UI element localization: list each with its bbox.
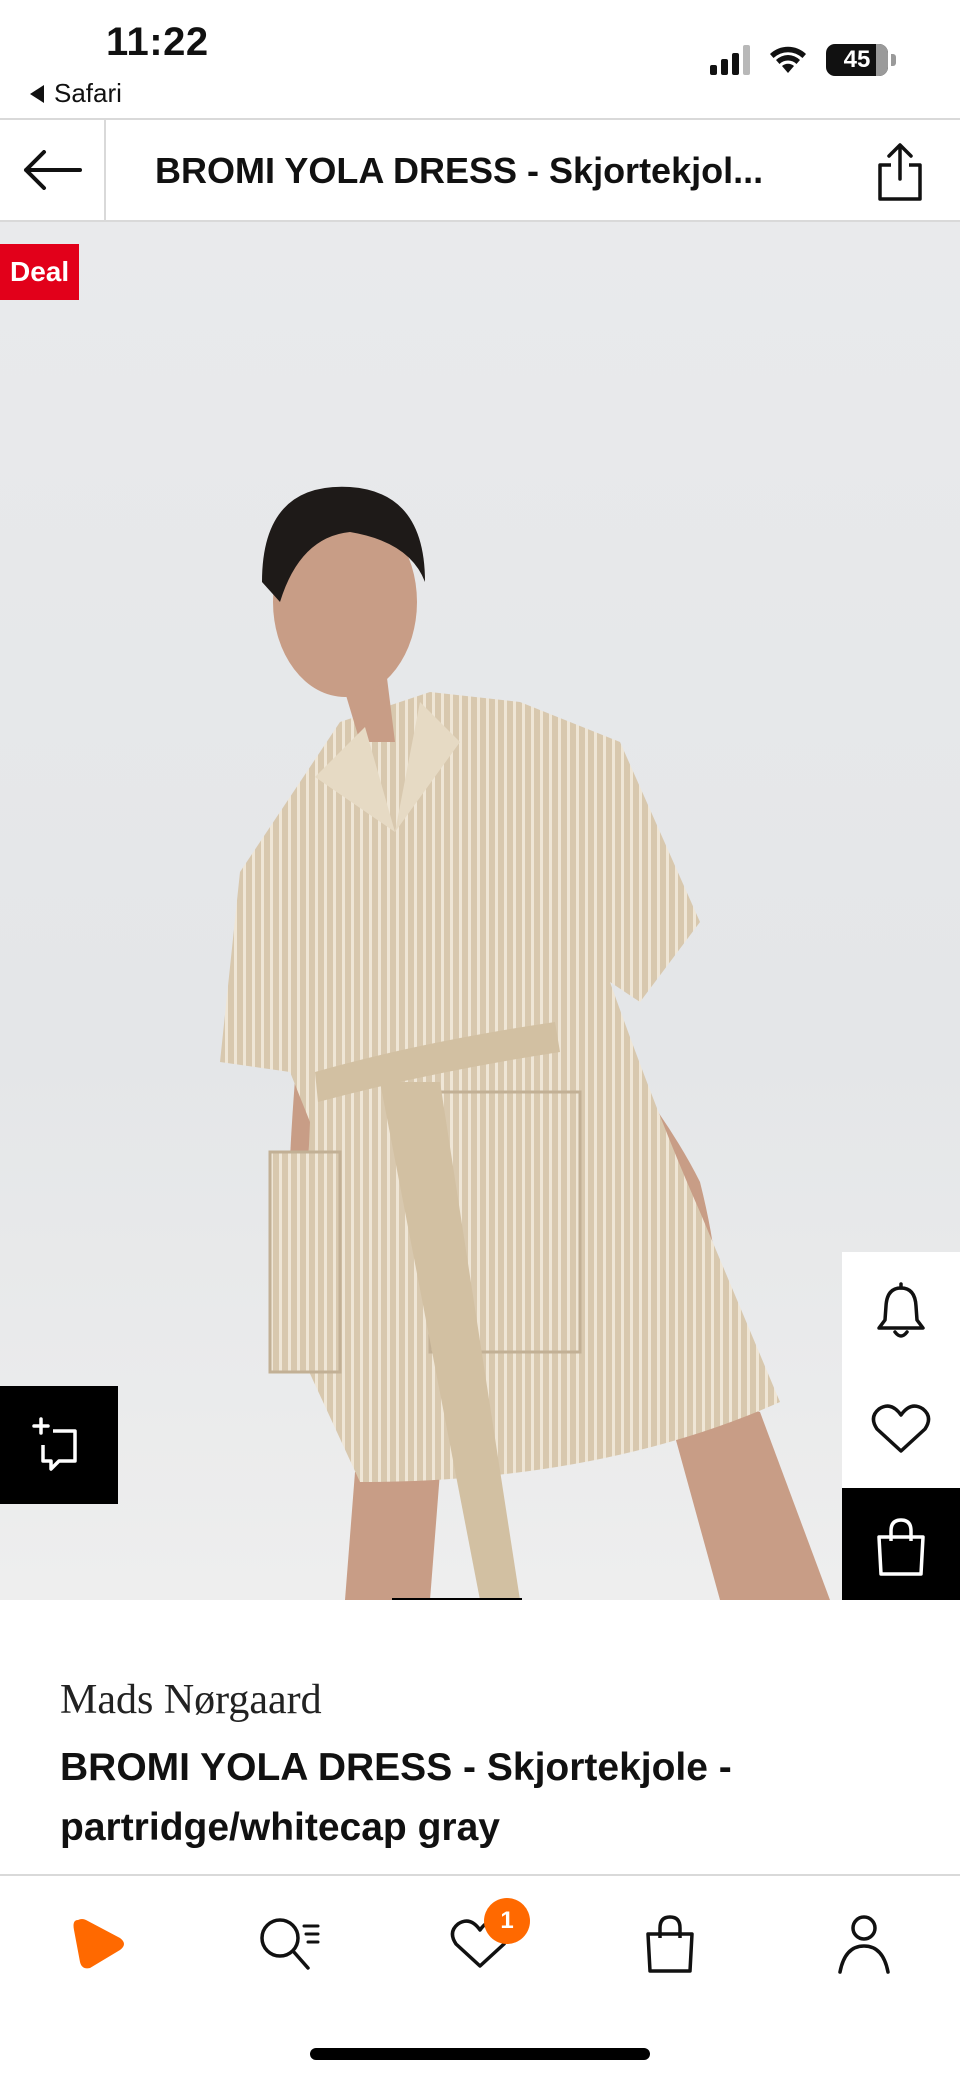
- play-logo-icon: [73, 1919, 124, 1969]
- search-icon: [260, 1918, 320, 1970]
- tab-wishlist[interactable]: 1: [440, 1898, 530, 1984]
- status-icons: 45: [710, 44, 896, 76]
- wishlist-button[interactable]: [842, 1370, 960, 1488]
- wishlist-count-badge: 1: [484, 1898, 530, 1944]
- brand-name[interactable]: Mads Nørgaard: [60, 1676, 322, 1724]
- product-image[interactable]: Deal: [0, 222, 960, 1600]
- bag-icon: [646, 1915, 694, 1973]
- share-icon: [878, 143, 922, 201]
- image-pager-indicator: [392, 1598, 522, 1600]
- bag-icon: [877, 1518, 925, 1576]
- model-wearing-dress-image: [220, 486, 830, 1600]
- wifi-icon: [770, 46, 806, 73]
- back-triangle-icon: [30, 84, 44, 103]
- deal-badge: Deal: [0, 244, 80, 300]
- cellular-signal-icon: [710, 45, 750, 75]
- back-app-label: Safari: [54, 78, 122, 108]
- add-to-bag-button[interactable]: [842, 1488, 960, 1600]
- arrow-left-icon: [24, 150, 82, 190]
- side-actions: [842, 1252, 960, 1600]
- battery-icon: 45: [826, 44, 888, 76]
- tab-search[interactable]: [248, 1904, 328, 1984]
- battery-level: 45: [843, 46, 871, 73]
- product-header: BROMI YOLA DRESS - Skjortekjol...: [0, 118, 960, 222]
- back-button[interactable]: [0, 120, 106, 220]
- tab-bag[interactable]: [630, 1904, 710, 1984]
- status-bar: 11:22 Safari 45: [0, 0, 960, 118]
- status-time: 11:22: [106, 20, 209, 64]
- bottom-tab-bar: 1: [0, 1874, 960, 2078]
- notify-button[interactable]: [842, 1252, 960, 1370]
- tab-home[interactable]: [58, 1904, 138, 1984]
- user-icon: [838, 1915, 890, 1974]
- home-indicator: [310, 2048, 650, 2060]
- header-title: BROMI YOLA DRESS - Skjortekjol...: [155, 150, 764, 191]
- tab-account[interactable]: [824, 1904, 904, 1984]
- compare-button[interactable]: [0, 1386, 118, 1504]
- compare-icon: [32, 1417, 77, 1471]
- product-name: BROMI YOLA DRESS - Skjortekjole - partri…: [60, 1746, 732, 1849]
- bell-icon: [877, 1282, 925, 1338]
- back-to-safari[interactable]: Safari: [30, 78, 122, 109]
- heart-icon: [871, 1404, 931, 1453]
- share-button[interactable]: [870, 140, 930, 204]
